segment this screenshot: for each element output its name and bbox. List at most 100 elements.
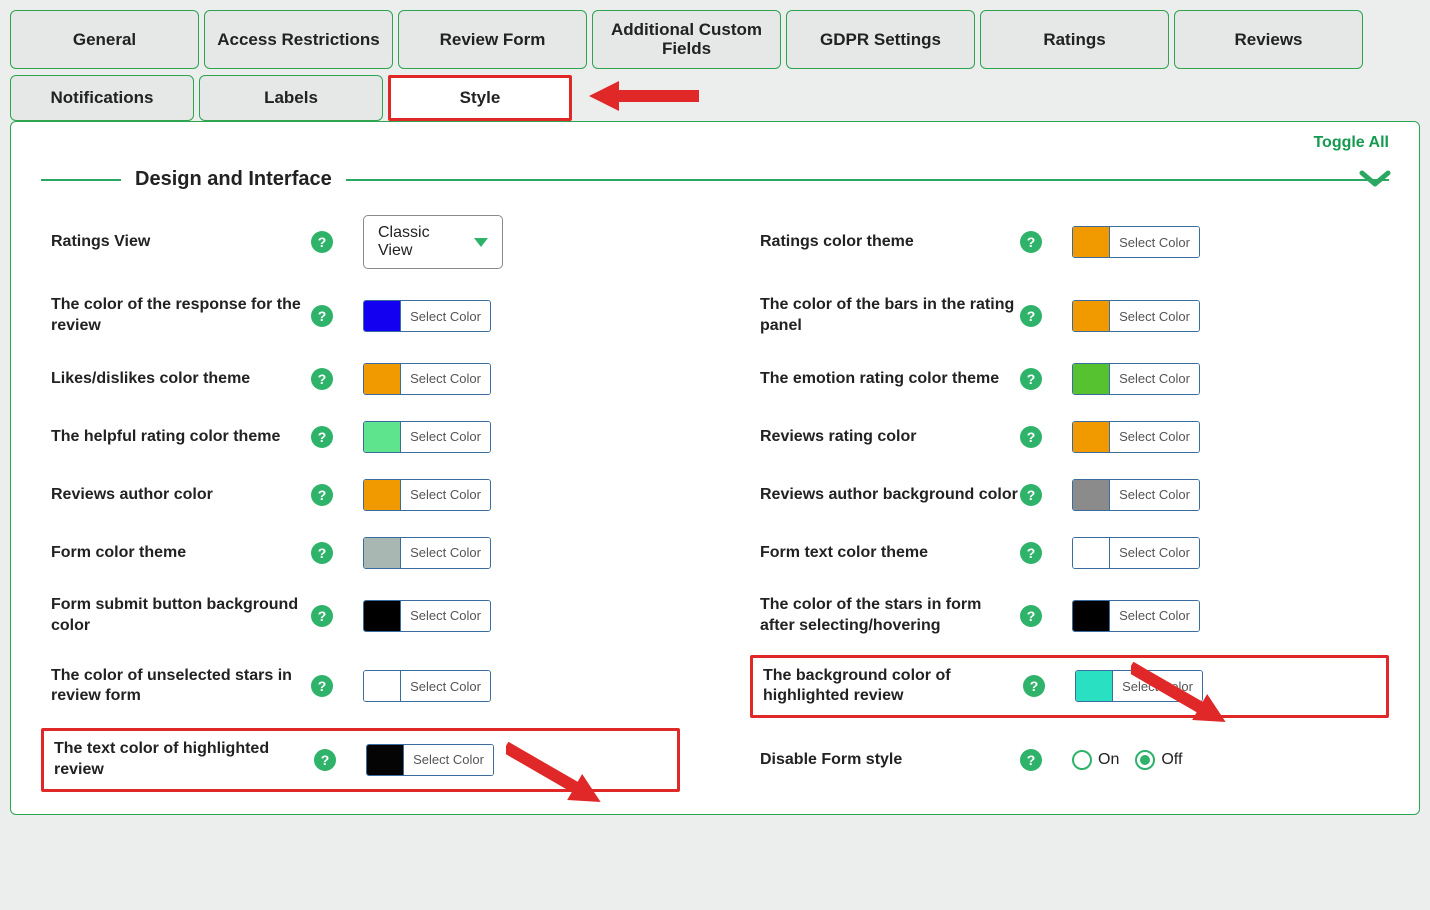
setting-row: The color of the response for the review… <box>51 295 670 337</box>
setting-label: Form text color theme <box>760 543 1020 564</box>
tab-general[interactable]: General <box>10 10 199 69</box>
setting-label: Form color theme <box>51 543 311 564</box>
help-icon[interactable]: ? <box>311 542 333 564</box>
setting-row: Likes/dislikes color theme? Select Color <box>51 363 670 395</box>
tab-gdpr-settings[interactable]: GDPR Settings <box>786 10 975 69</box>
color-picker[interactable]: Select Color <box>1072 421 1200 453</box>
style-panel: Toggle All Design and Interface Ratings … <box>10 121 1420 814</box>
color-swatch <box>1073 538 1109 568</box>
color-picker[interactable]: Select Color <box>1072 226 1200 258</box>
dropdown-value: Classic View <box>378 224 460 260</box>
color-picker[interactable]: Select Color <box>363 479 491 511</box>
setting-row: Form submit button background color?Sele… <box>51 595 670 637</box>
radio-button-icon <box>1135 750 1155 770</box>
tab-style[interactable]: Style <box>388 75 572 121</box>
help-icon[interactable]: ? <box>311 305 333 327</box>
ratings-view-dropdown[interactable]: Classic View <box>363 215 503 269</box>
setting-row: The color of the bars in the rating pane… <box>760 295 1379 337</box>
color-swatch <box>1073 422 1109 452</box>
setting-label: Likes/dislikes color theme <box>51 369 311 390</box>
color-picker[interactable]: Select Color <box>363 421 491 453</box>
arrow-annotation-icon <box>589 76 709 121</box>
help-icon[interactable]: ? <box>311 675 333 697</box>
tab-ratings[interactable]: Ratings <box>980 10 1169 69</box>
help-icon[interactable]: ? <box>1020 605 1042 627</box>
radio-button-icon <box>1072 750 1092 770</box>
setting-label: The color of the response for the review <box>51 295 311 337</box>
color-picker[interactable]: Select Color <box>1072 600 1200 632</box>
color-picker[interactable]: Select Color <box>1075 670 1203 702</box>
setting-row: The text color of highlighted review?Sel… <box>41 728 680 792</box>
select-color-label: Select Color <box>1109 364 1199 394</box>
setting-label: The color of the stars in form after sel… <box>760 595 1020 637</box>
tab-access-restrictions[interactable]: Access Restrictions <box>204 10 393 69</box>
setting-row: Form color theme? Select Color <box>51 537 670 569</box>
color-swatch <box>367 745 403 775</box>
color-picker[interactable]: Select Color <box>363 363 491 395</box>
color-swatch <box>364 601 400 631</box>
color-swatch <box>364 422 400 452</box>
help-icon[interactable]: ? <box>1020 305 1042 327</box>
help-icon[interactable]: ? <box>1020 484 1042 506</box>
help-icon[interactable]: ? <box>1023 675 1045 697</box>
radio-label: Off <box>1161 751 1182 769</box>
select-color-label: Select Color <box>400 480 490 510</box>
chevron-down-icon <box>474 238 488 247</box>
tab-notifications[interactable]: Notifications <box>10 75 194 121</box>
help-icon[interactable]: ? <box>1020 368 1042 390</box>
tab-reviews[interactable]: Reviews <box>1174 10 1363 69</box>
color-swatch <box>1073 227 1109 257</box>
setting-label: Ratings color theme <box>760 232 1020 253</box>
help-icon[interactable]: ? <box>311 368 333 390</box>
select-color-label: Select Color <box>400 538 490 568</box>
tabs-row-1: General Access Restrictions Review Form … <box>10 10 1420 69</box>
radio-on[interactable]: On <box>1072 750 1119 770</box>
help-icon[interactable]: ? <box>1020 542 1042 564</box>
help-icon[interactable]: ? <box>311 605 333 627</box>
tab-labels[interactable]: Labels <box>199 75 383 121</box>
color-picker[interactable]: Select Color <box>1072 300 1200 332</box>
help-icon[interactable]: ? <box>1020 231 1042 253</box>
setting-row: The emotion rating color theme?Select Co… <box>760 363 1379 395</box>
setting-label: Reviews rating color <box>760 427 1020 448</box>
radio-label: On <box>1098 751 1119 769</box>
color-swatch <box>1073 301 1109 331</box>
color-swatch <box>364 671 400 701</box>
select-color-label: Select Color <box>400 422 490 452</box>
color-picker[interactable]: Select Color <box>363 300 491 332</box>
color-swatch <box>364 538 400 568</box>
color-picker[interactable]: Select Color <box>363 600 491 632</box>
color-swatch <box>1073 364 1109 394</box>
color-picker[interactable]: Select Color <box>366 744 494 776</box>
tab-additional-custom-fields[interactable]: Additional Custom Fields <box>592 10 781 69</box>
help-icon[interactable]: ? <box>311 484 333 506</box>
color-picker[interactable]: Select Color <box>363 670 491 702</box>
chevron-down-icon[interactable] <box>1359 168 1391 195</box>
color-swatch <box>364 301 400 331</box>
setting-label: The color of the bars in the rating pane… <box>760 295 1020 337</box>
setting-row: Reviews author color?Select Color <box>51 479 670 511</box>
setting-label: The helpful rating color theme <box>51 427 311 448</box>
help-icon[interactable]: ? <box>314 749 336 771</box>
setting-label: Reviews author background color <box>760 485 1020 506</box>
color-picker[interactable]: Select Color <box>1072 479 1200 511</box>
color-swatch <box>1076 671 1112 701</box>
select-color-label: Select Color <box>400 601 490 631</box>
toggle-all-link[interactable]: Toggle All <box>1313 134 1389 152</box>
select-color-label: Select Color <box>400 364 490 394</box>
setting-label: Ratings View <box>51 232 311 253</box>
color-picker[interactable]: Select Color <box>363 537 491 569</box>
select-color-label: Select Color <box>1109 601 1199 631</box>
select-color-label: Select Color <box>403 745 493 775</box>
tab-review-form[interactable]: Review Form <box>398 10 587 69</box>
color-picker[interactable]: Select Color <box>1072 537 1200 569</box>
select-color-label: Select Color <box>1109 301 1199 331</box>
help-icon[interactable]: ? <box>1020 426 1042 448</box>
help-icon[interactable]: ? <box>311 426 333 448</box>
setting-label: Disable Form style <box>760 750 1020 771</box>
help-icon[interactable]: ? <box>311 231 333 253</box>
help-icon[interactable]: ? <box>1020 749 1042 771</box>
color-swatch <box>1073 601 1109 631</box>
color-picker[interactable]: Select Color <box>1072 363 1200 395</box>
radio-off[interactable]: Off <box>1135 750 1182 770</box>
